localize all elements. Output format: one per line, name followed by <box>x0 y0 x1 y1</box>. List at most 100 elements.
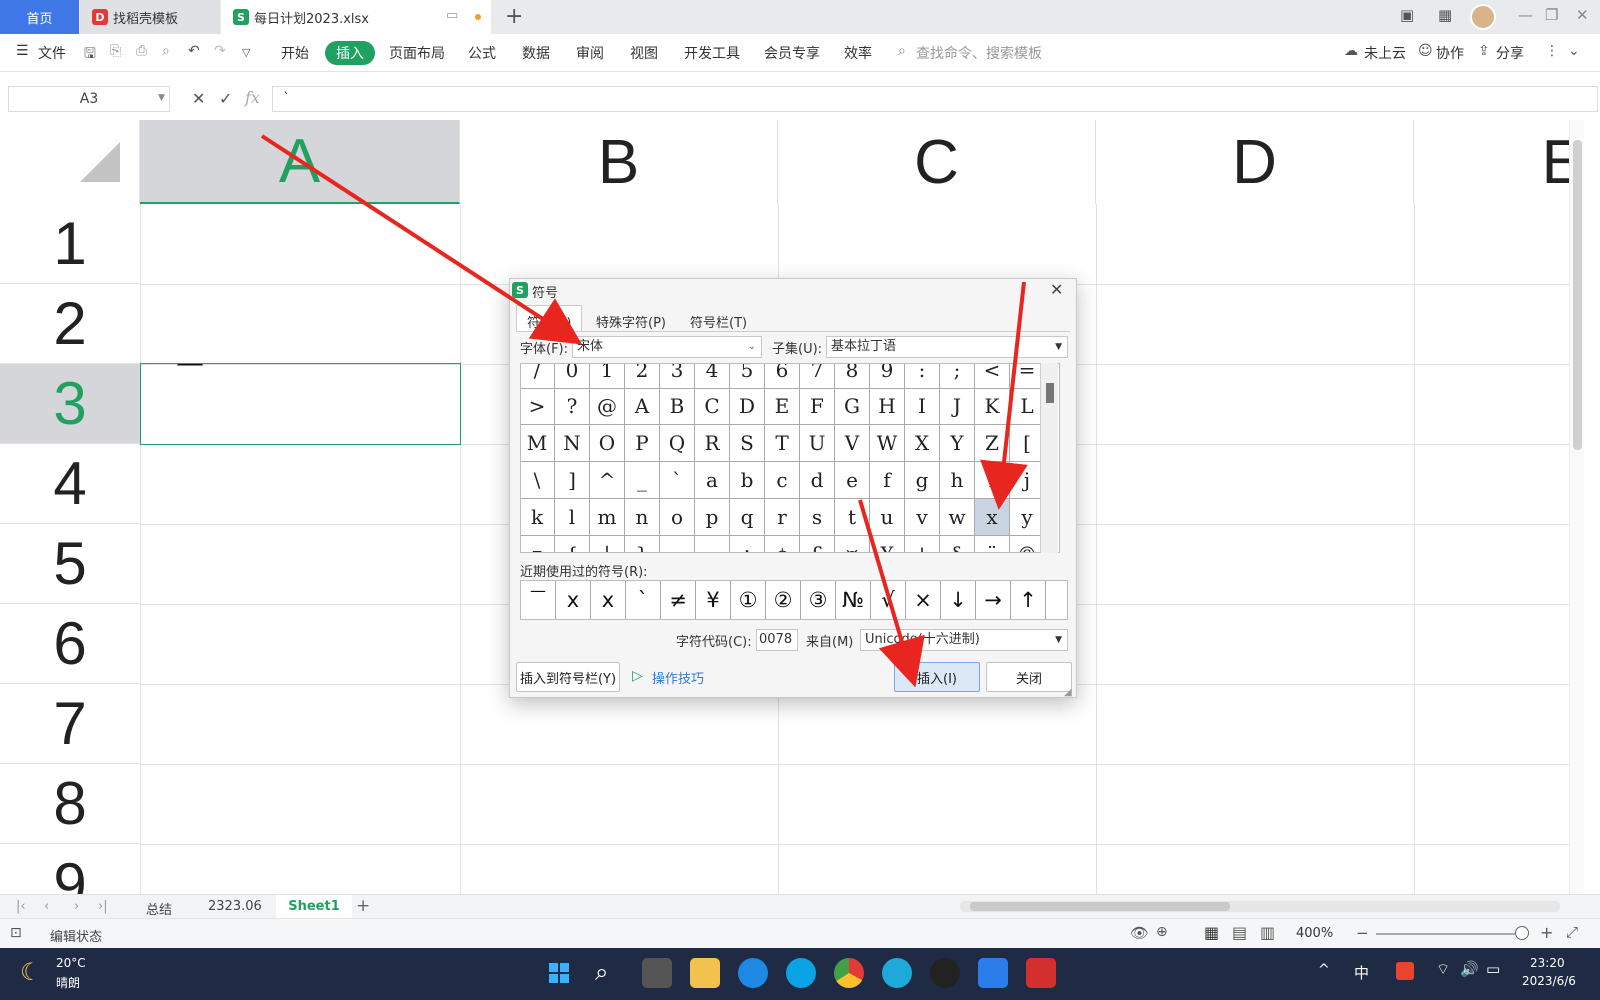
symbol-cell[interactable]: 2 <box>625 364 660 389</box>
sheet-tab-summary[interactable]: 总结 <box>146 899 172 918</box>
recent-symbol-cell[interactable]: x <box>591 581 626 619</box>
symbol-cell[interactable]: S <box>730 425 765 462</box>
symbol-cell[interactable]: M <box>521 425 555 462</box>
symbol-cell[interactable]: p <box>695 499 730 536</box>
select-all-corner[interactable] <box>0 120 140 204</box>
symbol-cell[interactable]: x <box>975 499 1010 536</box>
file-explorer-icon[interactable] <box>690 958 720 988</box>
command-search-input[interactable]: 查找命令、搜索模板 <box>916 43 1042 63</box>
symbol-cell[interactable]: 5 <box>730 364 765 389</box>
dialog-tab-special[interactable]: 特殊字符(P) <box>596 312 666 331</box>
symbol-cell[interactable]: P <box>625 425 660 462</box>
zoom-slider-thumb[interactable] <box>1515 926 1529 940</box>
symbol-cell[interactable]: t <box>835 499 870 536</box>
row-header-1[interactable]: 1 <box>0 204 140 284</box>
row-header-7[interactable]: 7 <box>0 684 140 764</box>
recent-symbol-cell[interactable]: → <box>976 581 1011 619</box>
next-sheet-icon[interactable]: › <box>74 899 79 914</box>
symbol-cell[interactable]: : <box>905 364 940 389</box>
redo-icon[interactable]: ↷ <box>214 43 226 59</box>
symbol-cell[interactable]: w <box>940 499 975 536</box>
symbol-cell[interactable]: @ <box>590 388 625 425</box>
symbol-cell[interactable]: 3 <box>660 364 695 389</box>
undo-icon[interactable]: ↶ <box>188 43 200 59</box>
row-header-9[interactable]: 9 <box>0 844 140 894</box>
symbol-cell[interactable]: u <box>870 499 905 536</box>
qq-icon[interactable] <box>930 958 960 988</box>
clock-time[interactable]: 23:20 <box>1530 956 1565 970</box>
symbol-cell[interactable]: ? <box>555 388 590 425</box>
quick-access-dropdown-icon[interactable]: ▽ <box>242 46 250 59</box>
formula-input[interactable]: ` <box>272 86 1598 112</box>
symbol-cell[interactable]: 6 <box>765 364 800 389</box>
symbol-cell[interactable]: } <box>625 536 660 552</box>
tab-home[interactable]: 首页 <box>0 0 79 34</box>
page-break-view-icon[interactable]: ▤ <box>1232 923 1247 942</box>
share-button[interactable]: 分享 <box>1496 43 1524 63</box>
symbol-cell[interactable]: Y <box>940 425 975 462</box>
menu-developer[interactable]: 开发工具 <box>684 43 740 63</box>
tray-expand-icon[interactable]: ^ <box>1318 962 1330 978</box>
row-header-8[interactable]: 8 <box>0 764 140 844</box>
recent-symbol-cell[interactable]: ` <box>626 581 661 619</box>
symbol-cell[interactable]: a <box>695 462 730 499</box>
menu-page-layout[interactable]: 页面布局 <box>389 43 445 63</box>
symbol-cell[interactable]: O <box>590 425 625 462</box>
resize-grip-icon[interactable]: ◢ <box>1064 687 1072 698</box>
tab-template[interactable]: D 找稻壳模板 <box>80 0 220 34</box>
clock-date[interactable]: 2023/6/6 <box>1522 974 1576 988</box>
symbol-cell[interactable]: 4 <box>695 364 730 389</box>
symbol-cell[interactable]: D <box>730 388 765 425</box>
recent-symbol-cell[interactable]: ② <box>766 581 801 619</box>
column-header-e[interactable]: E <box>1414 120 1584 204</box>
symbol-cell[interactable]: ¨ <box>975 536 1010 552</box>
export-icon[interactable]: ⎘ <box>110 43 121 59</box>
eye-protection-icon[interactable]: 👁 <box>1130 924 1149 942</box>
tips-link[interactable]: 操作技巧 <box>652 668 704 687</box>
windows-start-icon[interactable] <box>544 958 574 988</box>
edge-icon[interactable] <box>882 958 912 988</box>
menu-data[interactable]: 数据 <box>522 43 550 63</box>
symbol-cell[interactable]: h <box>940 462 975 499</box>
symbol-cell[interactable]: ] <box>555 462 590 499</box>
collab-button[interactable]: 协作 <box>1436 43 1464 63</box>
font-select[interactable]: 宋体 ⌄ <box>572 336 762 358</box>
symbol-cell[interactable]: V <box>835 425 870 462</box>
zoom-out-icon[interactable]: − <box>1356 924 1369 942</box>
vertical-scroll-thumb[interactable] <box>1573 140 1582 450</box>
cancel-entry-icon[interactable]: ✕ <box>192 89 205 108</box>
zoom-level[interactable]: 400% <box>1296 926 1333 941</box>
recent-symbol-cell[interactable]: ≠ <box>661 581 696 619</box>
recent-symbol-cell[interactable]: ¥ <box>696 581 731 619</box>
symbol-cell[interactable]: G <box>835 388 870 425</box>
confirm-entry-icon[interactable]: ✓ <box>219 89 232 108</box>
cloud-status[interactable]: 未上云 <box>1364 43 1406 63</box>
symbol-cell[interactable]: A <box>625 388 660 425</box>
column-header-c[interactable]: C <box>778 120 1096 204</box>
symbol-cell[interactable]: B <box>660 388 695 425</box>
sheet-tab-2323-06[interactable]: 2323.06 <box>208 899 262 914</box>
ie-browser-icon[interactable] <box>738 958 768 988</box>
sogou-ime-icon[interactable] <box>1396 962 1414 980</box>
symbol-cell[interactable]: ; <box>940 364 975 389</box>
column-header-b[interactable]: B <box>460 120 778 204</box>
wps-icon[interactable] <box>1026 958 1056 988</box>
browser-icon[interactable] <box>786 958 816 988</box>
symbol-cell[interactable]: 1 <box>590 364 625 389</box>
row-header-3[interactable]: 3 <box>0 364 140 444</box>
menu-formula[interactable]: 公式 <box>468 43 496 63</box>
restore-icon[interactable]: ❐ <box>1545 6 1558 24</box>
symbol-cell[interactable]: § <box>940 536 975 552</box>
horizontal-scroll-thumb[interactable] <box>970 902 1230 911</box>
macro-icon[interactable]: ⊡ <box>10 925 22 941</box>
recent-symbol-cell[interactable]: ↓ <box>941 581 976 619</box>
symbol-cell[interactable]: i <box>975 462 1010 499</box>
symbol-cell[interactable]: q <box>730 499 765 536</box>
save-icon[interactable]: 🖫 <box>84 43 96 67</box>
symbol-cell[interactable]: N <box>555 425 590 462</box>
print-icon[interactable]: ⎙ <box>136 43 147 59</box>
subset-select[interactable]: 基本拉丁语 ▼ <box>826 336 1068 358</box>
add-tab-button[interactable]: + <box>505 4 523 29</box>
symbol-cell[interactable]: g <box>905 462 940 499</box>
focus-mode-icon[interactable]: ⊕ <box>1156 924 1168 940</box>
